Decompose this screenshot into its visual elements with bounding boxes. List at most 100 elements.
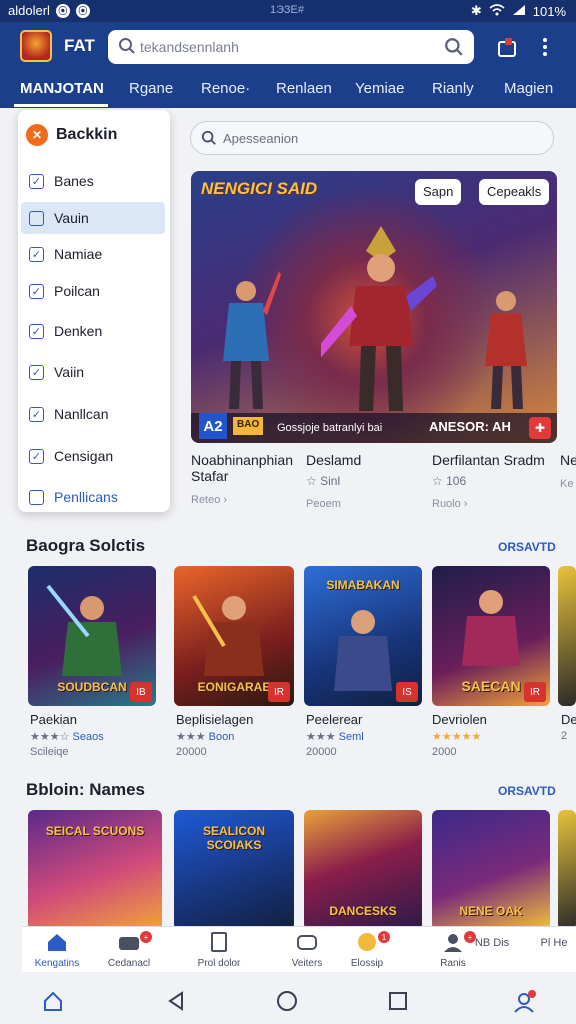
- dropdown-item-1[interactable]: Vauin: [21, 202, 165, 234]
- tab-rewards[interactable]: Elossip 1: [332, 931, 402, 969]
- search-icon: [118, 37, 136, 60]
- checkbox-icon[interactable]: ✓: [29, 246, 44, 262]
- hero-info-title: Ne: [560, 452, 576, 468]
- checkbox-icon[interactable]: ✓: [29, 173, 44, 189]
- checkbox-icon[interactable]: ✓: [29, 448, 44, 464]
- game-card-1-0[interactable]: SOUDBCAN IB: [28, 566, 156, 706]
- section-1-title: Baogra Solctis: [26, 536, 146, 555]
- checkbox-icon[interactable]: [29, 489, 44, 505]
- card-info-1-0[interactable]: Paekian ★★★☆ Seaos Scileiqe: [30, 712, 160, 758]
- tab-category-0[interactable]: MANJOTAN: [20, 80, 104, 97]
- hero-info-1[interactable]: Deslamd ☆ Sinl Peoem: [306, 452, 416, 510]
- card-info-1-2[interactable]: Peelerear ★★★ Seml 20000: [306, 712, 424, 758]
- filter-dropdown: ✕ Backkin ✓ Banes Vauin ✓ Namiae ✓ Poilcan …: [18, 110, 170, 512]
- tab-category-3[interactable]: Renlaen: [276, 80, 332, 97]
- game-card-2-0[interactable]: SEICAL SCUONS: [28, 810, 162, 930]
- star-rating-icon: ★★★★★: [432, 731, 482, 743]
- hero-footer-right: ANESOR: AH: [429, 419, 511, 434]
- card-badge: IB: [130, 682, 152, 702]
- game-card-1-4[interactable]: [558, 566, 576, 706]
- bluetooth-icon: ✱: [470, 3, 482, 18]
- game-card-1-1[interactable]: EONIGARAE IR: [174, 566, 294, 706]
- checkbox-icon[interactable]: ✓: [29, 323, 44, 339]
- card-name: Paekian: [30, 712, 77, 727]
- game-card-1-3[interactable]: SAECAN IR: [432, 566, 550, 706]
- hero-chip-button-1[interactable]: Sapn: [415, 179, 462, 205]
- dropdown-item-7[interactable]: ✓ Censigan: [21, 440, 165, 472]
- dropdown-item-0[interactable]: ✓ Banes: [21, 165, 165, 197]
- game-card-2-3[interactable]: NENE OAK: [432, 810, 550, 930]
- recents-icon[interactable]: [388, 990, 408, 1012]
- dropdown-item-8[interactable]: Penllicans: [21, 481, 165, 513]
- tab-extra-2[interactable]: Pl He: [532, 931, 576, 949]
- card-rating: Boon: [208, 731, 235, 743]
- hero-favorite-icon[interactable]: ✚: [529, 417, 551, 439]
- tab-badge: +: [140, 931, 152, 943]
- game-card-1-2[interactable]: SIMABAKAN IS: [304, 566, 422, 706]
- card-rating: Seaos: [72, 731, 104, 743]
- tab-label: Cedanacl: [107, 958, 151, 969]
- hero-ally-right-art: [485, 291, 527, 409]
- hero-chip-button-2[interactable]: Cepeakls: [479, 179, 550, 205]
- tab-extra-1[interactable]: NB Dis: [472, 931, 512, 949]
- section-2-see-all[interactable]: ORSAVTD: [498, 784, 556, 798]
- checkbox-icon[interactable]: ✓: [29, 283, 44, 299]
- dropdown-title: Backkin: [56, 126, 118, 143]
- card-info-1-4[interactable]: De 2: [561, 712, 576, 742]
- card-price: Scileiqe: [30, 746, 69, 758]
- home-nav-icon[interactable]: [42, 990, 64, 1012]
- checkbox-icon[interactable]: ✓: [29, 406, 44, 422]
- hero-info-meta: Ruolo ›: [432, 498, 468, 510]
- back-icon[interactable]: [166, 990, 186, 1012]
- hero-info-2[interactable]: Derfilantan Sradm ☆ 106 Ruolo ›: [432, 452, 550, 510]
- checkbox-icon[interactable]: [29, 210, 44, 226]
- card-name: Peelerear: [306, 712, 363, 727]
- card-info-1-1[interactable]: Beplisielagen ★★★ Boon 20000: [176, 712, 296, 758]
- dropdown-item-2[interactable]: ✓ Namiae: [21, 238, 165, 270]
- home-circle-icon[interactable]: [276, 990, 298, 1012]
- card-name: De: [561, 712, 576, 727]
- profile-icon[interactable]: [512, 990, 536, 1014]
- tab-category-4[interactable]: Yemiae: [355, 80, 404, 97]
- game-card-2-2[interactable]: DANCESKS: [304, 810, 422, 930]
- hero-title: NENGICI SAID: [201, 179, 318, 198]
- dropdown-item-3[interactable]: ✓ Poilcan: [21, 275, 165, 307]
- game-card-2-4[interactable]: [558, 810, 576, 930]
- main-search-bar[interactable]: Apesseanion: [190, 121, 554, 155]
- coin-icon: [358, 933, 376, 951]
- search-submit-icon[interactable]: [444, 37, 464, 62]
- tab-category-2[interactable]: Renoe·: [201, 80, 250, 97]
- tab-category-1[interactable]: Rgane: [129, 80, 173, 97]
- dropdown-item-5[interactable]: ✓ Vaiin: [21, 356, 165, 388]
- card-badge: IR: [268, 682, 290, 702]
- star-rating-icon: ★★★: [176, 731, 206, 743]
- gift-icon[interactable]: [496, 36, 518, 63]
- hero-info-3[interactable]: Ne Ke: [560, 452, 576, 490]
- game-card-2-1[interactable]: SEALICON SCOIAKS: [174, 810, 294, 930]
- hero-info-meta: Reteo ›: [191, 494, 228, 506]
- tab-category-6[interactable]: Magien: [504, 80, 553, 97]
- notification-icon: ⦿: [55, 3, 70, 18]
- system-nav-bar: [0, 978, 576, 1024]
- close-x-icon[interactable]: ✕: [26, 124, 48, 146]
- card-price: 2000: [432, 746, 457, 758]
- hero-info-0[interactable]: Noabhinanphian Stafar Reteo ›: [191, 452, 301, 506]
- active-tab-indicator: [14, 104, 108, 107]
- signal-icon: [512, 4, 526, 19]
- checkbox-icon[interactable]: ✓: [29, 364, 44, 380]
- top-search-bar[interactable]: tekandsennlanh: [108, 30, 474, 64]
- tab-store[interactable]: Prol dolor: [184, 931, 254, 969]
- tab-library[interactable]: Cedanacl +: [94, 931, 164, 969]
- more-menu-icon[interactable]: [540, 36, 550, 63]
- dropdown-item-4[interactable]: ✓ Denken: [21, 315, 165, 347]
- wifi-icon: [489, 3, 505, 19]
- app-logo[interactable]: [20, 30, 52, 62]
- tab-category-5[interactable]: Rianly: [432, 80, 474, 97]
- card-info-1-3[interactable]: Devriolen ★★★★★ 2000: [432, 712, 550, 758]
- dropdown-item-6[interactable]: ✓ Nanllcan: [21, 398, 165, 430]
- section-1-see-all[interactable]: ORSAVTD: [498, 540, 556, 554]
- tab-home[interactable]: Kengatins: [22, 931, 92, 969]
- featured-banner[interactable]: NENGICI SAID Sapn Cepeakls A2 BAO Gossjo…: [191, 171, 557, 443]
- status-bar: aldolerl ⦿ ⦿ 1ЭЗЕ# ✱ 101%: [0, 0, 576, 22]
- hero-info-title: Noabhinanphian Stafar: [191, 452, 293, 484]
